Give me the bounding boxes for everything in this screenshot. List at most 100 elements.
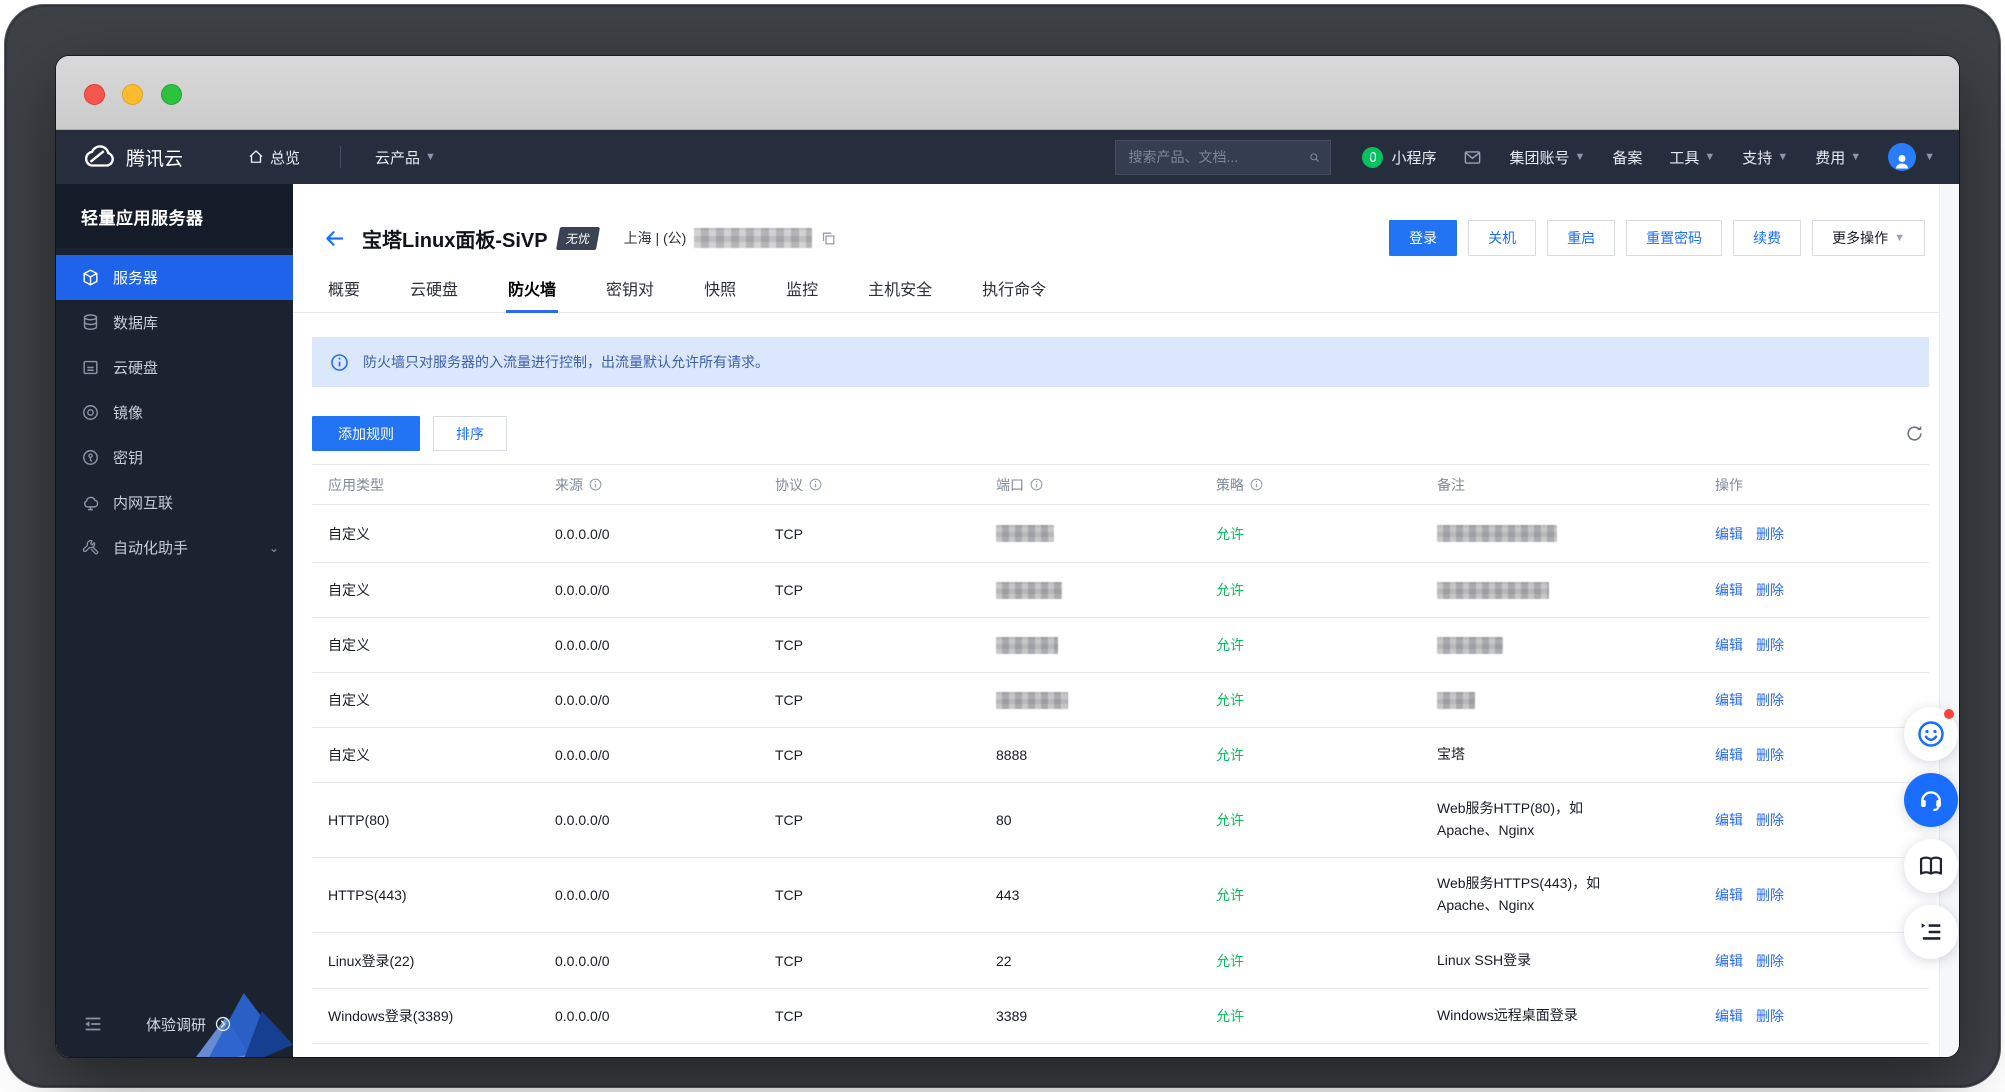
header-action-button[interactable]: 更多操作 ▼ [1812, 220, 1925, 256]
edit-link[interactable]: 编辑 [1715, 580, 1743, 600]
info-icon[interactable] [1029, 477, 1044, 492]
search-icon[interactable] [1309, 149, 1320, 166]
header-action-button[interactable]: 续费 ▼ [1733, 220, 1802, 256]
delete-link[interactable]: 删除 [1756, 690, 1784, 710]
edit-link[interactable]: 编辑 [1715, 745, 1743, 765]
firewall-rules-table: 应用类型 来源 协议 端口 策略 备注 操作 自定义 0.0.0.0/0 TCP… [312, 464, 1929, 1044]
tab[interactable]: 防火墙 [506, 276, 559, 313]
back-arrow-icon[interactable] [323, 227, 346, 250]
info-icon[interactable] [1249, 477, 1264, 492]
tab[interactable]: 快照 [704, 276, 736, 312]
zoom-button[interactable] [161, 84, 182, 105]
nav-products[interactable]: 云产品 ▼ [375, 147, 436, 168]
delete-link[interactable]: 删除 [1756, 810, 1784, 830]
cell-actions: 编辑 删除 [1715, 690, 1929, 710]
nav-search-box[interactable] [1115, 139, 1332, 175]
mail-icon[interactable] [1463, 148, 1482, 167]
header-action-button[interactable]: 重启 ▼ [1547, 220, 1616, 256]
table-toolbar: 添加规则 排序 [312, 416, 1929, 451]
header-action-button[interactable]: 关机 ▼ [1468, 220, 1537, 256]
cell-source: 0.0.0.0/0 [555, 637, 610, 653]
floating-buttons [1904, 707, 1959, 971]
edit-link[interactable]: 编辑 [1715, 690, 1743, 710]
sort-button[interactable]: 排序 [433, 416, 507, 451]
brand-label: 腾讯云 [126, 148, 184, 170]
nav-menu-item[interactable]: 支持 ▼ [1742, 147, 1788, 168]
sidebar-item-label: 内网互联 [113, 495, 174, 512]
sidebar-item[interactable]: 云硬盘 ⌄ [56, 345, 293, 390]
copy-icon[interactable] [820, 230, 837, 247]
edit-link[interactable]: 编辑 [1715, 951, 1743, 971]
delete-link[interactable]: 删除 [1756, 745, 1784, 765]
tab[interactable]: 主机安全 [868, 276, 932, 312]
cell-app-type: 自定义 [328, 747, 370, 763]
tab[interactable]: 监控 [786, 276, 818, 312]
nav-menu-item[interactable]: 集团账号 ▼ [1509, 147, 1585, 168]
redacted-port [996, 525, 1054, 543]
nav-menu-item[interactable]: 费用 ▼ [1815, 147, 1861, 168]
nav-menu-item[interactable]: 备案 ▼ [1612, 147, 1642, 168]
info-icon[interactable] [588, 477, 603, 492]
sidebar: 轻量应用服务器 服务器 ⌄ 数据库 ⌄ [56, 184, 293, 1057]
cell-source: 0.0.0.0/0 [555, 525, 610, 542]
nav-overview[interactable]: 总览 [247, 147, 300, 168]
column-header: 应用类型 [328, 476, 384, 493]
add-rule-button[interactable]: 添加规则 [312, 416, 420, 451]
delete-link[interactable]: 删除 [1756, 635, 1784, 655]
sidebar-item[interactable]: 数据库 ⌄ [56, 300, 293, 345]
cell-source: 0.0.0.0/0 [555, 812, 610, 828]
tab[interactable]: 执行命令 [982, 276, 1046, 312]
cell-source: 0.0.0.0/0 [555, 582, 610, 598]
sidebar-item[interactable]: 密钥 ⌄ [56, 435, 293, 480]
edit-link[interactable]: 编辑 [1715, 524, 1743, 544]
sidebar-item[interactable]: 服务器 ⌄ [56, 255, 293, 300]
cell-actions: 编辑 删除 [1715, 810, 1929, 830]
delete-link[interactable]: 删除 [1756, 951, 1784, 971]
nav-account[interactable]: ▼ [1888, 143, 1935, 171]
header-action-button[interactable]: 重置密码 ▼ [1626, 220, 1723, 256]
tab[interactable]: 云硬盘 [410, 276, 458, 312]
info-icon[interactable] [808, 477, 823, 492]
edit-link[interactable]: 编辑 [1715, 635, 1743, 655]
delete-link[interactable]: 删除 [1756, 524, 1784, 544]
minimize-button[interactable] [122, 84, 143, 105]
delete-link[interactable]: 删除 [1756, 885, 1784, 905]
cell-source: 0.0.0.0/0 [555, 692, 610, 708]
header-actions: 登录 ▼ 关机 ▼ 重启 ▼ [1389, 220, 1925, 256]
column-header: 备注 [1437, 476, 1465, 493]
sidebar-item[interactable]: 自动化助手 ⌄ [56, 525, 293, 570]
delete-link[interactable]: 删除 [1756, 1006, 1784, 1026]
sidebar-item[interactable]: 镜像 ⌄ [56, 390, 293, 435]
delete-link[interactable]: 删除 [1756, 580, 1784, 600]
survey-link[interactable]: 体验调研 [146, 1014, 232, 1035]
support-headset-button[interactable] [1904, 773, 1958, 827]
feedback-list-button[interactable] [1904, 905, 1958, 959]
cell-source: 0.0.0.0/0 [555, 1008, 610, 1024]
edit-link[interactable]: 编辑 [1715, 810, 1743, 830]
sidebar-item-icon [81, 493, 100, 512]
nav-menu-item[interactable]: 工具 ▼ [1669, 147, 1715, 168]
cell-actions: 编辑 删除 [1715, 1006, 1929, 1026]
sidebar-item[interactable]: 内网互联 ⌄ [56, 480, 293, 525]
header-action-button[interactable]: 登录 ▼ [1389, 220, 1458, 256]
docs-button[interactable] [1904, 839, 1958, 893]
circle-arrow-icon [214, 1015, 232, 1033]
search-input[interactable] [1128, 149, 1310, 165]
banner-text: 防火墙只对服务器的入流量进行控制，出流量默认允许所有请求。 [363, 354, 769, 370]
sidebar-menu: 服务器 ⌄ 数据库 ⌄ 云硬盘 ⌄ [56, 255, 293, 570]
sidebar-item-icon [81, 448, 100, 467]
edit-link[interactable]: 编辑 [1715, 1006, 1743, 1026]
table-row: HTTPS(443) 0.0.0.0/0 TCP 443 允许 Web服务HTT… [312, 858, 1929, 933]
close-button[interactable] [84, 84, 105, 105]
refresh-icon[interactable] [1905, 424, 1924, 443]
collapse-sidebar-icon[interactable] [82, 1013, 104, 1035]
tab[interactable]: 密钥对 [606, 276, 654, 312]
table-row: Linux登录(22) 0.0.0.0/0 TCP 22 允许 Linux SS… [312, 933, 1929, 989]
feedback-smiley-button[interactable] [1904, 707, 1958, 761]
tencent-cloud-logo[interactable]: 腾讯云 [82, 144, 183, 171]
tab[interactable]: 概要 [328, 276, 360, 312]
table-row: 自定义 0.0.0.0/0 TCP 允许 编辑 删除 [312, 673, 1929, 728]
cell-port: 80 [996, 812, 1012, 828]
edit-link[interactable]: 编辑 [1715, 885, 1743, 905]
nav-mini-program[interactable]: 小程序 [1362, 146, 1436, 168]
